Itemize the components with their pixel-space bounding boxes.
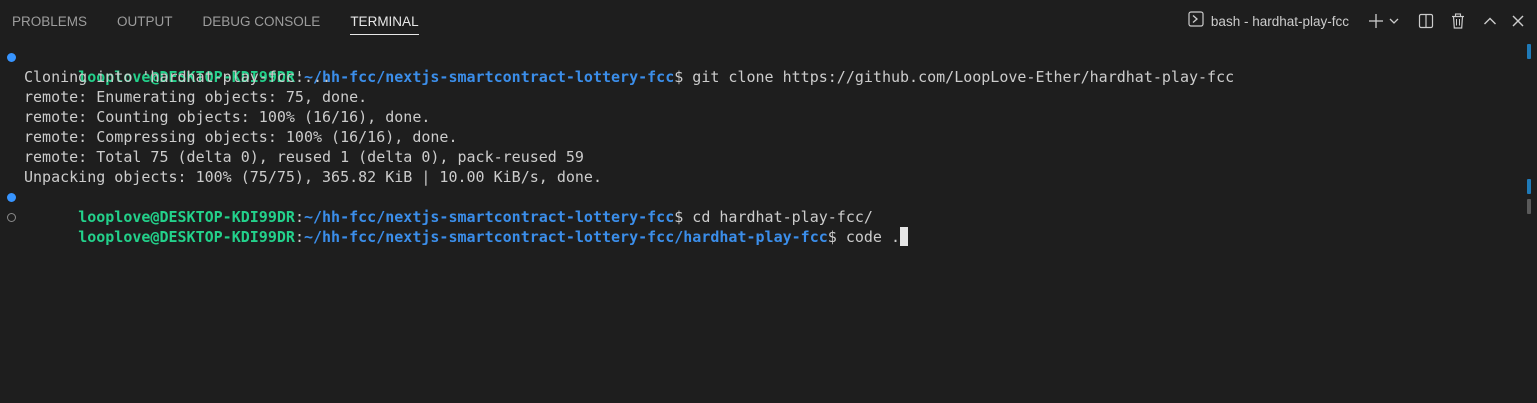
command-pending-decoration[interactable] bbox=[7, 213, 16, 222]
panel-tabs: PROBLEMS OUTPUT DEBUG CONSOLE TERMINAL bbox=[12, 0, 449, 44]
scrollbar-ruler-mark bbox=[1527, 179, 1531, 194]
terminal-output[interactable]: looplove@DESKTOP-KDI99DR:~/hh-fcc/nextjs… bbox=[0, 47, 1525, 246]
scrollbar-ruler-mark bbox=[1527, 199, 1531, 214]
tab-output[interactable]: OUTPUT bbox=[117, 0, 173, 30]
tab-problems[interactable]: PROBLEMS bbox=[12, 0, 87, 30]
terminal-output-line: remote: Enumerating objects: 75, done. bbox=[24, 88, 368, 106]
split-terminal-icon[interactable] bbox=[1415, 10, 1437, 32]
command-success-decoration[interactable] bbox=[7, 53, 16, 62]
trash-icon[interactable] bbox=[1447, 10, 1469, 32]
terminal-output-line: remote: Compressing objects: 100% (16/16… bbox=[24, 128, 458, 146]
plus-icon[interactable] bbox=[1365, 10, 1387, 32]
terminal-panel: PROBLEMS OUTPUT DEBUG CONSOLE TERMINAL b… bbox=[0, 0, 1537, 403]
terminal-output-line: remote: Counting objects: 100% (16/16), … bbox=[24, 108, 431, 126]
panel-tab-bar: PROBLEMS OUTPUT DEBUG CONSOLE TERMINAL b… bbox=[0, 0, 1537, 44]
terminal-cursor bbox=[900, 227, 909, 246]
terminal-output-line: Cloning into 'hardhat-play-fcc'... bbox=[24, 68, 332, 86]
terminal-icon bbox=[1188, 11, 1204, 31]
terminal-selector-label: bash - hardhat-play-fcc bbox=[1210, 13, 1349, 29]
terminal-prompt-line: looplove@DESKTOP-KDI99DR:~/hh-fcc/nextjs… bbox=[0, 47, 1525, 86]
terminal-output-line: Unpacking objects: 100% (75/75), 365.82 … bbox=[24, 168, 602, 186]
scrollbar-ruler-mark bbox=[1527, 44, 1531, 59]
terminal-prompt-line: looplove@DESKTOP-KDI99DR:~/hh-fcc/nextjs… bbox=[0, 187, 1525, 226]
chevron-down-icon[interactable] bbox=[1387, 10, 1401, 32]
chevron-up-icon[interactable] bbox=[1479, 10, 1501, 32]
terminal-selector[interactable]: bash - hardhat-play-fcc bbox=[1188, 11, 1349, 31]
command-success-decoration[interactable] bbox=[7, 193, 16, 202]
tab-terminal[interactable]: TERMINAL bbox=[350, 0, 419, 35]
prompt-user: looplove@DESKTOP-KDI99DR bbox=[78, 228, 295, 246]
terminal-prompt-line: looplove@DESKTOP-KDI99DR:~/hh-fcc/nextjs… bbox=[0, 207, 1525, 246]
prompt-path: ~/hh-fcc/nextjs-smartcontract-lottery-fc… bbox=[303, 228, 828, 246]
command-text: code . bbox=[836, 228, 901, 246]
terminal-output-line: remote: Total 75 (delta 0), reused 1 (de… bbox=[24, 148, 584, 166]
prompt-symbol: $ bbox=[827, 228, 837, 246]
prompt-separator: : bbox=[294, 228, 304, 246]
panel-actions: bash - hardhat-play-fcc bbox=[1188, 9, 1529, 33]
close-icon[interactable] bbox=[1507, 10, 1529, 32]
tab-debug-console[interactable]: DEBUG CONSOLE bbox=[203, 0, 321, 30]
